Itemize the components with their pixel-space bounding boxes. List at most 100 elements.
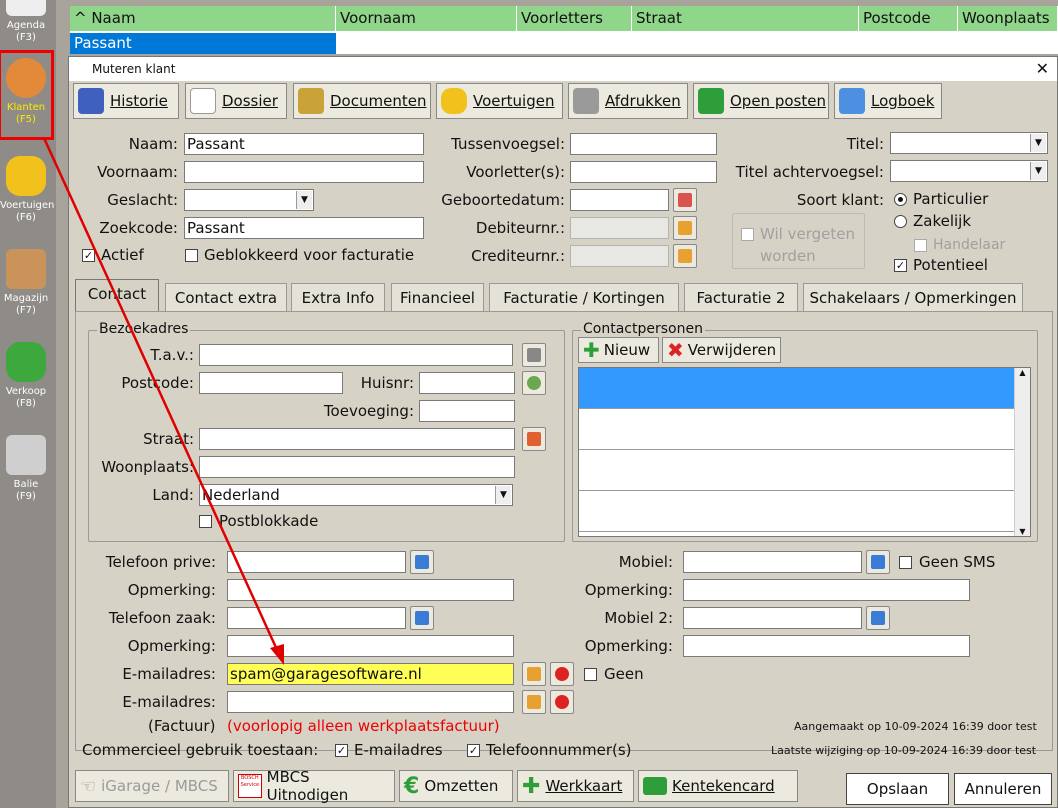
sidebar-item-verkoop[interactable]: Verkoop (F8)	[0, 336, 52, 428]
tav-field[interactable]	[199, 344, 513, 366]
factuur-label: (Factuur)	[148, 717, 216, 735]
geen-sms-checkbox[interactable]	[899, 556, 912, 569]
kentekencard-button[interactable]: Kentekencard	[638, 770, 798, 802]
opmerking-2-field[interactable]	[227, 635, 514, 657]
omzetten-button[interactable]: € Omzetten	[399, 770, 513, 802]
sidebar-item-balie[interactable]: Balie (F9)	[0, 429, 52, 521]
scroll-up-icon[interactable]: ▲	[1015, 368, 1030, 377]
voornaam-field[interactable]	[184, 161, 424, 183]
mobiel-field[interactable]	[683, 551, 862, 573]
list-item[interactable]	[579, 491, 1015, 532]
outlook-2-button[interactable]	[550, 690, 574, 714]
geen-email-checkbox[interactable]	[584, 668, 597, 681]
contactpersonen-list[interactable]: ▲ ▼	[578, 367, 1031, 537]
email-1-field[interactable]: spam@garagesoftware.nl	[227, 663, 514, 685]
annuleren-button[interactable]: Annuleren	[954, 773, 1052, 805]
actief-label: Actief	[101, 246, 144, 264]
scroll-down-icon[interactable]: ▼	[1015, 527, 1030, 536]
opmerking-3-field[interactable]	[683, 579, 970, 601]
geslacht-select[interactable]: ▼	[184, 189, 314, 211]
open-posten-button[interactable]: Open posten	[693, 83, 829, 119]
tab-financieel[interactable]: Financieel	[391, 283, 484, 311]
tab-contact[interactable]: Contact	[75, 279, 159, 311]
call-prive-button[interactable]	[410, 550, 434, 574]
outlook-1-button[interactable]	[550, 662, 574, 686]
sidebar-item-voertuigen[interactable]: Voertuigen (F6)	[0, 150, 54, 242]
lookup-address-button[interactable]	[522, 371, 546, 395]
verwijderen-button[interactable]: ✖ Verwijderen	[662, 337, 781, 363]
straat-field[interactable]	[199, 428, 515, 450]
dialog-title: Muteren klant	[69, 57, 1057, 81]
call-zaak-button[interactable]	[410, 606, 434, 630]
zoekcode-field[interactable]: Passant	[184, 217, 424, 239]
tab-facturatie-kortingen[interactable]: Facturatie / Kortingen	[489, 283, 679, 311]
nieuw-button[interactable]: ✚ Nieuw	[578, 337, 659, 363]
documenten-button[interactable]: Documenten	[293, 83, 431, 119]
afdrukken-button[interactable]: Afdrukken	[568, 83, 688, 119]
euro-car-icon	[6, 342, 46, 382]
send-email-1-button[interactable]	[522, 662, 546, 686]
geblokkeerd-checkbox[interactable]	[185, 249, 198, 262]
call-mobiel-button[interactable]	[866, 550, 890, 574]
edit-crediteurnr-button[interactable]	[673, 244, 697, 268]
tab-schakelaars[interactable]: Schakelaars / Opmerkingen	[803, 283, 1023, 311]
woonplaats-field[interactable]	[199, 456, 515, 478]
voorletters-field[interactable]	[570, 161, 717, 183]
call-mobiel2-button[interactable]	[866, 606, 890, 630]
tel-zaak-field[interactable]	[227, 607, 406, 629]
tab-contact-extra[interactable]: Contact extra	[165, 283, 287, 311]
postblokkade-checkbox[interactable]	[199, 515, 212, 528]
mobiel2-field[interactable]	[683, 607, 862, 629]
grid-header-voornaam[interactable]: Voornaam	[336, 6, 517, 31]
naam-field[interactable]: Passant	[184, 133, 424, 155]
grid-header-postcode[interactable]: Postcode	[859, 6, 958, 31]
zakelijk-radio[interactable]	[894, 215, 907, 228]
grid-row-selected[interactable]: Passant	[70, 33, 336, 54]
contactpersonen-group: Contactpersonen ✚ Nieuw ✖ Verwijderen ▲ ▼	[572, 321, 1038, 542]
commercieel-tel-checkbox[interactable]: ✓	[467, 744, 480, 757]
tab-extra-info[interactable]: Extra Info	[291, 283, 385, 311]
opslaan-button[interactable]: Opslaan	[846, 773, 949, 805]
grid-header-naam[interactable]: ^ Naam	[70, 6, 336, 31]
toevoeging-field[interactable]	[419, 400, 515, 422]
geboortedatum-field[interactable]	[570, 189, 669, 211]
close-icon[interactable]: ✕	[1036, 57, 1049, 81]
list-item[interactable]	[579, 409, 1015, 450]
print-address-button[interactable]	[522, 343, 546, 367]
sidebar-item-klanten[interactable]: Klanten (F5)	[0, 50, 54, 140]
email-2-field[interactable]	[227, 691, 514, 713]
tel-prive-field[interactable]	[227, 551, 406, 573]
particulier-radio[interactable]	[894, 193, 907, 206]
list-item[interactable]	[579, 368, 1015, 409]
calendar-button[interactable]	[673, 188, 697, 212]
map-button[interactable]	[522, 427, 546, 451]
potentieel-checkbox[interactable]: ✓	[894, 259, 907, 272]
opmerking-1-field[interactable]	[227, 579, 514, 601]
werkkaart-button[interactable]: ✚ Werkkaart	[517, 770, 634, 802]
dossier-button[interactable]: Dossier	[185, 83, 287, 119]
logboek-button[interactable]: Logboek	[834, 83, 942, 119]
chevron-down-icon: ▼	[296, 191, 312, 209]
scrollbar[interactable]: ▲ ▼	[1014, 368, 1030, 536]
pencil-icon	[678, 221, 692, 235]
opmerking-4-field[interactable]	[683, 635, 970, 657]
mbcs-uitnodigen-button[interactable]: BOSCH Service MBCS Uitnodigen	[233, 768, 395, 804]
titel-achter-select[interactable]: ▼	[890, 160, 1048, 182]
grid-header-straat[interactable]: Straat	[632, 6, 859, 31]
edit-debiteurnr-button[interactable]	[673, 216, 697, 240]
huisnr-field[interactable]	[419, 372, 515, 394]
voertuigen-button[interactable]: Voertuigen	[436, 83, 563, 119]
commercieel-email-checkbox[interactable]: ✓	[335, 744, 348, 757]
titel-select[interactable]: ▼	[890, 132, 1048, 154]
tussenvoegsel-field[interactable]	[570, 133, 717, 155]
actief-checkbox[interactable]: ✓	[82, 249, 95, 262]
grid-header-voorletters[interactable]: Voorletters	[517, 6, 632, 31]
send-email-2-button[interactable]	[522, 690, 546, 714]
list-item[interactable]	[579, 450, 1015, 491]
tab-facturatie-2[interactable]: Facturatie 2	[684, 283, 798, 311]
grid-header-woonplaats[interactable]: Woonplaats	[958, 6, 1058, 31]
historie-button[interactable]: Historie	[73, 83, 179, 119]
land-select[interactable]: Nederland ▼	[199, 484, 513, 506]
sidebar-item-magazijn[interactable]: Magazijn (F7)	[0, 243, 52, 335]
postcode-field[interactable]	[199, 372, 343, 394]
